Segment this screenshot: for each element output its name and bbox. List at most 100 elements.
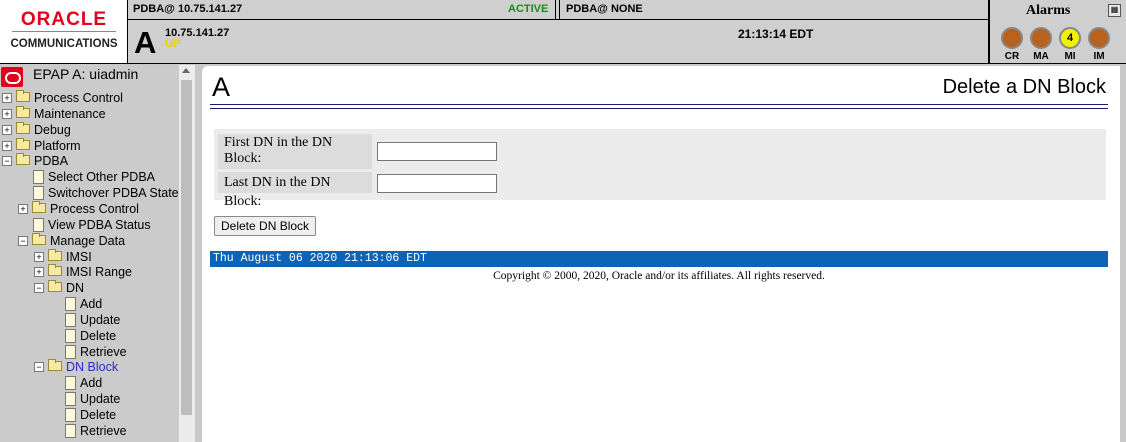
sidebar-item-debug[interactable]: + Debug	[0, 121, 179, 138]
sidebar-item-imsi[interactable]: + IMSI	[0, 248, 179, 265]
first-dn-label: First DN in the DN Block:	[218, 134, 372, 169]
last-dn-label: Last DN in the DN Block:	[218, 172, 372, 209]
sidebar-item-process-control[interactable]: + Process Control	[0, 200, 179, 217]
alarm-im-icon[interactable]	[1088, 27, 1110, 49]
sidebar-item-label: View PDBA Status	[48, 217, 151, 232]
sidebar-item-label: Retrieve	[80, 344, 127, 359]
sidebar-item-manage-data[interactable]: − Manage Data	[0, 232, 179, 249]
sidebar-item-label: Add	[80, 297, 103, 312]
sidebar-item-platform[interactable]: + Platform	[0, 137, 179, 154]
alarm-cr-icon[interactable]	[1001, 27, 1023, 49]
document-icon	[65, 297, 76, 312]
document-icon	[33, 217, 44, 232]
sidebar-item-update[interactable]: Update	[0, 312, 179, 328]
collapse-icon[interactable]: −	[2, 156, 12, 167]
sidebar-item-process-control[interactable]: + Process Control	[0, 90, 179, 106]
pdba-secondary: PDBA@ NONE	[566, 3, 643, 15]
first-dn-input[interactable]	[377, 142, 497, 161]
alarms-panel: Alarms ▦ CR MA 4 MI IM	[988, 0, 1126, 63]
dn-block-form: First DN in the DN Block: Last DN in the…	[214, 129, 1106, 209]
alarm-mi-icon[interactable]: 4	[1059, 27, 1081, 49]
scrollbar-thumb[interactable]	[181, 80, 192, 415]
document-icon	[65, 312, 76, 327]
sidebar-item-label: Process Control	[50, 201, 139, 216]
alarm-ma-icon[interactable]	[1030, 27, 1052, 49]
alarm-ma-label: MA	[1033, 51, 1049, 62]
delete-dn-block-button[interactable]: Delete DN Block	[214, 216, 317, 236]
logo-oracle-text: ORACLE	[20, 9, 108, 30]
collapse-icon[interactable]: −	[34, 283, 44, 294]
expand-icon[interactable]: +	[2, 108, 12, 119]
sidebar-item-pdba[interactable]: − PDBA	[0, 153, 179, 169]
scroll-up-icon[interactable]	[182, 68, 190, 73]
sidebar-item-label: Manage Data	[50, 233, 126, 248]
sidebar-item-label: Switchover PDBA State	[48, 186, 179, 201]
expand-icon[interactable]: +	[2, 93, 12, 103]
sidebar-item-retrieve[interactable]: Retrieve	[0, 423, 179, 439]
sidebar-item-label: IMSI Range	[66, 265, 133, 280]
sidebar-item-label: Process Control	[34, 91, 123, 105]
document-icon	[65, 392, 76, 407]
folder-icon	[16, 105, 30, 118]
sidebar-item-label: Debug	[34, 122, 71, 137]
open-folder-icon	[16, 153, 30, 166]
sidebar-item-dn-block[interactable]: − DN Block	[0, 359, 179, 375]
timestamp-bar: Thu August 06 2020 21:13:06 EDT	[210, 251, 1108, 267]
collapse-icon[interactable]: −	[34, 362, 44, 373]
sidebar-item-retrieve[interactable]: Retrieve	[0, 344, 179, 360]
page-title: Delete a DN Block	[942, 76, 1106, 98]
document-icon	[65, 328, 76, 343]
sidebar-title: EPAP A: uiadmin	[33, 66, 139, 82]
sidebar-item-imsi-range[interactable]: + IMSI Range	[0, 264, 179, 280]
server-status: UP	[165, 38, 181, 50]
document-icon	[65, 423, 76, 438]
sidebar-item-update[interactable]: Update	[0, 391, 179, 407]
last-dn-input[interactable]	[377, 174, 497, 193]
folder-icon	[16, 137, 30, 150]
sidebar-item-maintenance[interactable]: + Maintenance	[0, 105, 179, 122]
sidebar-item-label: PDBA	[34, 154, 69, 169]
sidebar-item-label: Add	[80, 376, 103, 391]
server-letter: A	[134, 25, 157, 60]
sidebar-item-view-pdba-status[interactable]: View PDBA Status	[0, 217, 179, 233]
sidebar-item-label: Select Other PDBA	[48, 170, 155, 185]
top-banner: ORACLE COMMUNICATIONS PDBA@ 10.75.141.27…	[0, 0, 1126, 64]
sidebar-item-add[interactable]: Add	[0, 375, 179, 391]
sidebar-item-label: DN	[66, 281, 85, 296]
content-frame: A Delete a DN Block First DN in the DN B…	[202, 66, 1120, 442]
alarm-mi-label: MI	[1064, 51, 1076, 62]
sidebar-item-dn[interactable]: − DN	[0, 280, 179, 296]
folder-icon	[16, 121, 30, 134]
alarm-cr-label: CR	[1004, 51, 1020, 62]
sidebar-scrollbar[interactable]	[179, 65, 195, 442]
expand-icon[interactable]: +	[18, 203, 28, 214]
open-folder-icon	[48, 359, 62, 372]
sidebar-item-label: DN Block	[66, 360, 119, 375]
expand-icon[interactable]: +	[34, 267, 44, 278]
folder-icon	[48, 264, 62, 277]
clock: 21:13:14 EDT	[738, 27, 814, 41]
sidebar-item-switchover-pdba-state[interactable]: Switchover PDBA State	[0, 185, 179, 201]
expand-icon[interactable]: +	[34, 251, 44, 262]
collapse-icon[interactable]: −	[18, 235, 28, 246]
sidebar-item-add[interactable]: Add	[0, 296, 179, 312]
folder-icon	[32, 200, 46, 213]
pdba-primary: PDBA@ 10.75.141.27	[133, 3, 243, 15]
oracle-logo: ORACLE COMMUNICATIONS	[0, 0, 128, 63]
logo-communications-text: COMMUNICATIONS	[10, 38, 118, 50]
sidebar-item-delete[interactable]: Delete	[0, 328, 179, 344]
sidebar-item-label: Update	[80, 312, 121, 327]
oracle-o-icon	[1, 67, 23, 87]
document-icon	[65, 376, 76, 391]
sidebar-item-select-other-pdba[interactable]: Select Other PDBA	[0, 169, 179, 185]
expand-icon[interactable]: +	[2, 124, 12, 135]
expand-icon[interactable]: +	[2, 140, 12, 151]
server-letter-heading: A	[212, 72, 231, 102]
document-icon	[33, 186, 44, 201]
alarms-title: Alarms	[1026, 3, 1071, 18]
sidebar-item-label: Delete	[80, 328, 117, 343]
pdba-primary-state: ACTIVE	[508, 3, 549, 15]
alarm-silence-icon[interactable]: ▦	[1108, 4, 1121, 17]
sidebar-item-delete[interactable]: Delete	[0, 407, 179, 423]
sidebar-item-label: Maintenance	[34, 106, 106, 121]
